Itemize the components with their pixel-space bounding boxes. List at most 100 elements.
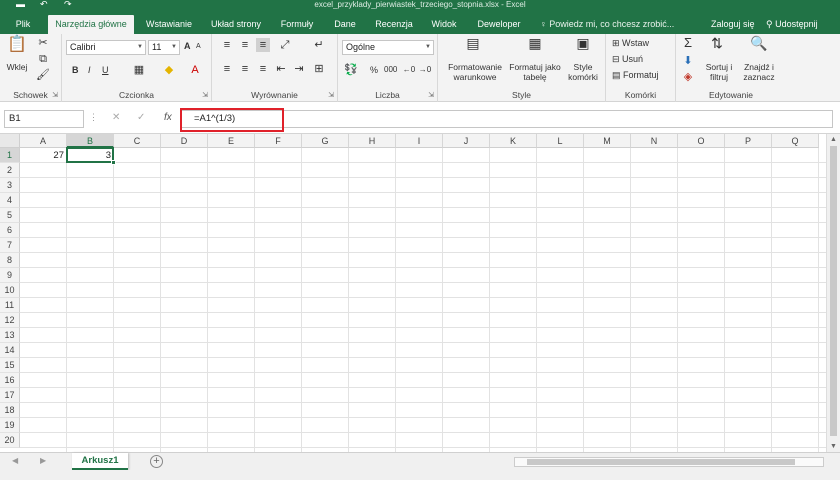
increase-decimal-icon[interactable]: ←0 (402, 63, 416, 77)
row-header-9[interactable]: 9 (0, 268, 20, 283)
select-all-corner[interactable] (0, 134, 20, 148)
delete-cells-button[interactable]: ⊟ Usuń (612, 54, 643, 65)
column-header-d[interactable]: D (161, 134, 208, 148)
column-header-p[interactable]: P (725, 134, 772, 148)
format-as-table-button[interactable]: Formatuj jako tabelę (504, 62, 566, 82)
align-right-icon[interactable]: ≡ (256, 62, 270, 76)
column-header-k[interactable]: K (490, 134, 537, 148)
launcher-icon[interactable]: ⇲ (428, 91, 434, 99)
row-header-16[interactable]: 16 (0, 373, 20, 388)
launcher-icon[interactable]: ⇲ (52, 91, 58, 99)
column-header-f[interactable]: F (255, 134, 302, 148)
conditional-format-button[interactable]: Formatowanie warunkowe (440, 62, 510, 82)
tab-file[interactable]: Plik (4, 15, 42, 34)
percent-button[interactable]: % (370, 65, 378, 75)
tab-page-layout[interactable]: Układ strony (204, 15, 268, 34)
wrap-text-icon[interactable]: ↵ (312, 38, 326, 52)
row-header-5[interactable]: 5 (0, 208, 20, 223)
row-header-19[interactable]: 19 (0, 418, 20, 433)
align-bottom-icon[interactable]: ≡ (256, 38, 270, 52)
column-header-m[interactable]: M (584, 134, 631, 148)
merge-center-icon[interactable]: ⊞ (312, 62, 326, 76)
tell-me-search[interactable]: ♀ Powiedz mi, co chcesz zrobić... (540, 15, 674, 34)
sort-filter-icon[interactable]: ⇅ (706, 36, 728, 50)
enter-icon[interactable]: ✓ (137, 112, 145, 123)
horizontal-scrollbar[interactable] (514, 457, 824, 467)
row-header-14[interactable]: 14 (0, 343, 20, 358)
tab-developer[interactable]: Deweloper (470, 15, 528, 34)
align-left-icon[interactable]: ≡ (220, 62, 234, 76)
shrink-font-button[interactable]: A (196, 43, 201, 50)
row-header-4[interactable]: 4 (0, 193, 20, 208)
add-sheet-icon[interactable]: + (150, 455, 163, 468)
font-color-icon[interactable]: A (188, 63, 202, 77)
row-header-18[interactable]: 18 (0, 403, 20, 418)
column-header-j[interactable]: J (443, 134, 490, 148)
cut-icon[interactable]: ✂ (36, 36, 50, 50)
cancel-icon[interactable]: ✕ (112, 112, 120, 123)
column-header-l[interactable]: L (537, 134, 584, 148)
fill-handle[interactable] (111, 160, 116, 165)
sign-in-link[interactable]: Zaloguj się (711, 15, 755, 34)
fill-color-icon[interactable]: ◆ (162, 63, 176, 77)
format-cells-button[interactable]: ▤ Formatuj (612, 70, 659, 81)
cell-a1[interactable]: 27 (20, 148, 67, 163)
column-header-a[interactable]: A (20, 134, 67, 148)
tab-insert[interactable]: Wstawianie (140, 15, 198, 34)
tab-home[interactable]: Narzędzia główne (48, 15, 134, 34)
copy-icon[interactable]: ⧉ (36, 52, 50, 66)
scroll-thumb[interactable] (830, 146, 837, 436)
comma-style-button[interactable]: 000 (384, 65, 397, 74)
paste-icon[interactable]: 📋 (6, 37, 28, 53)
clear-icon[interactable]: ◈ (680, 70, 696, 84)
orientation-icon[interactable]: ⤢ (278, 38, 292, 52)
row-header-13[interactable]: 13 (0, 328, 20, 343)
find-select-button[interactable]: Znajdź i zaznacz (736, 62, 782, 82)
row-header-15[interactable]: 15 (0, 358, 20, 373)
column-header-h[interactable]: H (349, 134, 396, 148)
decrease-indent-icon[interactable]: ⇤ (274, 62, 288, 76)
row-header-6[interactable]: 6 (0, 223, 20, 238)
row-header-1[interactable]: 1 (0, 148, 20, 163)
tab-data[interactable]: Dane (326, 15, 364, 34)
spreadsheet-grid[interactable]: A B C D E F G H I J K L M N O P Q 1 2 3 4 5 6 7 8 9 10 11 12 13 14 15 16… (0, 134, 840, 452)
border-icon[interactable]: ▦ (132, 63, 146, 77)
column-header-c[interactable]: C (114, 134, 161, 148)
scroll-thumb[interactable] (527, 459, 795, 465)
column-header-b[interactable]: B (67, 134, 114, 148)
row-header-3[interactable]: 3 (0, 178, 20, 193)
row-header-20[interactable]: 20 (0, 433, 20, 448)
vertical-scrollbar[interactable]: ▲ ▼ (826, 134, 840, 452)
cell-styles-button[interactable]: Style komórki (562, 62, 604, 82)
name-box[interactable]: B1 (4, 110, 84, 128)
paste-button[interactable]: Wklej (2, 62, 32, 72)
next-sheet-icon[interactable]: ▶ (40, 456, 46, 465)
row-header-12[interactable]: 12 (0, 313, 20, 328)
insert-function-button[interactable]: fx (164, 112, 172, 123)
autosum-icon[interactable]: Σ (680, 36, 696, 50)
currency-icon[interactable]: 💱 (344, 63, 358, 77)
column-header-o[interactable]: O (678, 134, 725, 148)
row-header-10[interactable]: 10 (0, 283, 20, 298)
prev-sheet-icon[interactable]: ◀ (12, 456, 18, 465)
grow-font-button[interactable]: A (184, 41, 191, 51)
sheet-tab-arkusz1[interactable]: Arkusz1 (72, 453, 128, 470)
insert-cells-button[interactable]: ⊞ Wstaw (612, 38, 649, 49)
tab-review[interactable]: Recenzja (370, 15, 418, 34)
row-header-7[interactable]: 7 (0, 238, 20, 253)
launcher-icon[interactable]: ⇲ (328, 91, 334, 99)
align-top-icon[interactable]: ≡ (220, 38, 234, 52)
font-name-select[interactable]: Calibri ▼ (66, 40, 146, 55)
scroll-up-icon[interactable]: ▲ (830, 136, 837, 143)
scroll-down-icon[interactable]: ▼ (830, 443, 837, 450)
align-center-icon[interactable]: ≡ (238, 62, 252, 76)
column-header-q[interactable]: Q (772, 134, 819, 148)
fill-icon[interactable]: ⬇ (680, 54, 696, 68)
column-header-i[interactable]: I (396, 134, 443, 148)
tab-view[interactable]: Widok (424, 15, 464, 34)
underline-button[interactable]: U (102, 65, 109, 75)
tab-formulas[interactable]: Formuły (274, 15, 320, 34)
format-as-table-icon[interactable]: ▦ (524, 36, 546, 50)
row-header-17[interactable]: 17 (0, 388, 20, 403)
decrease-decimal-icon[interactable]: →0 (418, 63, 432, 77)
